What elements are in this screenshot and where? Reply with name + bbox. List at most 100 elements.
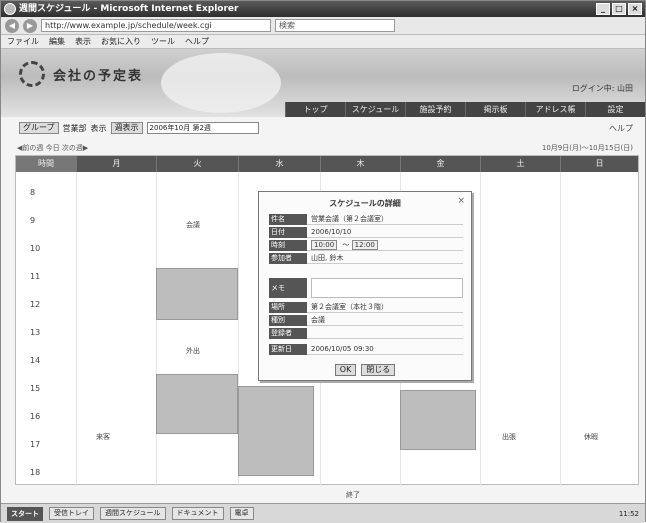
event-label: 来客: [96, 433, 110, 441]
taskbar-clock: 11:52: [618, 509, 639, 518]
taskbar-item[interactable]: ドキュメント: [171, 507, 224, 520]
field-label: 日付: [269, 227, 307, 238]
registrant-field[interactable]: [307, 328, 463, 339]
field-row-time: 時刻 10:00 〜 12:00: [269, 240, 463, 251]
event-label: 終了: [346, 491, 360, 499]
participants-field[interactable]: 山田, 鈴木: [307, 253, 463, 264]
browser-window: 週間スケジュール - Microsoft Internet Explorer _…: [0, 0, 646, 523]
week-view-button[interactable]: 週表示: [110, 122, 143, 134]
help-link[interactable]: ヘルプ: [609, 123, 633, 134]
nav-facility[interactable]: 施設予約: [405, 102, 465, 117]
nav-address[interactable]: アドレス帳: [525, 102, 585, 117]
hour-label: 13: [30, 328, 41, 337]
field-label: メモ: [269, 278, 307, 298]
minimize-button[interactable]: _: [596, 3, 610, 15]
subject-field[interactable]: 営業会議（第２会議室）: [307, 214, 463, 225]
menu-edit[interactable]: 編集: [49, 35, 65, 48]
taskbar-item[interactable]: 受信トレイ: [49, 507, 94, 520]
schedule-detail-dialog: スケジュールの詳細 × 件名 営業会議（第２会議室） 日付 2006/10/10…: [258, 191, 472, 381]
event-block[interactable]: [156, 268, 238, 320]
column-header-sun[interactable]: 日: [560, 156, 638, 172]
column-header-fri[interactable]: 金: [400, 156, 480, 172]
top-navigation: トップ スケジュール 施設予約 掲示板 アドレス帳 設定: [285, 102, 645, 117]
filter-bar: グループ 営業部 表示 週表示 2006年10月 第2週 ヘルプ: [1, 119, 645, 137]
field-row-place: 場所 第２会議室（本社３階）: [269, 302, 463, 313]
hour-label: 12: [30, 300, 41, 309]
field-row-subject: 件名 営業会議（第２会議室）: [269, 214, 463, 225]
memo-textarea[interactable]: [311, 278, 463, 298]
menu-tools[interactable]: ツール: [151, 35, 175, 48]
back-button[interactable]: ◀: [5, 18, 19, 33]
menu-help[interactable]: ヘルプ: [185, 35, 209, 48]
hour-label: 16: [30, 412, 41, 421]
place-field[interactable]: 第２会議室（本社３階）: [307, 302, 463, 313]
column-header-wed[interactable]: 水: [238, 156, 320, 172]
menu-file[interactable]: ファイル: [7, 35, 39, 48]
hour-column: 8 9 10 11 12 13 14 15 16 17 18: [16, 172, 76, 486]
time-range: 10:00 〜 12:00: [307, 240, 463, 251]
column-header-sat[interactable]: 土: [480, 156, 560, 172]
dialog-title: スケジュールの詳細: [329, 199, 401, 208]
search-input[interactable]: 検索: [275, 19, 395, 32]
field-label: 場所: [269, 302, 307, 313]
field-row-registrant: 登録者: [269, 328, 463, 339]
site-name: 会社の予定表: [53, 69, 144, 84]
updated-field: 2006/10/05 09:30: [307, 344, 463, 355]
menu-bar: ファイル 編集 表示 お気に入り ツール ヘルプ: [1, 35, 645, 49]
browser-icon: [4, 3, 16, 15]
cloud-decoration: [161, 53, 281, 113]
group-button[interactable]: グループ: [19, 122, 59, 134]
hour-label: 9: [30, 216, 36, 225]
menu-favorites[interactable]: お気に入り: [101, 35, 141, 48]
logo-icon: [19, 61, 45, 87]
column-header-mon[interactable]: 月: [76, 156, 156, 172]
event-label: 外出: [186, 347, 200, 355]
event-label: 出張: [502, 433, 516, 441]
column-header-tue[interactable]: 火: [156, 156, 238, 172]
nav-top[interactable]: トップ: [285, 102, 345, 117]
dialog-buttons: OK 閉じる: [259, 364, 471, 376]
cancel-button[interactable]: 閉じる: [361, 364, 396, 376]
event-label: 休暇: [584, 433, 598, 441]
taskbar: スタート 受信トレイ 週間スケジュール ドキュメント 電卓 11:52: [1, 503, 645, 523]
close-button[interactable]: ×: [628, 3, 642, 15]
week-nav-links[interactable]: ◀前の週 今日 次の週▶: [17, 144, 88, 152]
url-field[interactable]: http://www.example.jp/schedule/week.cgi: [41, 19, 271, 32]
event-label: 会議: [186, 221, 200, 229]
field-label: 件名: [269, 214, 307, 225]
window-title: 週間スケジュール - Microsoft Internet Explorer: [19, 4, 239, 14]
field-row-updated: 更新日 2006/10/05 09:30: [269, 344, 463, 355]
week-navigation: ◀前の週 今日 次の週▶ 10月9日(月)〜10月15日(日): [1, 143, 645, 155]
event-block[interactable]: [238, 386, 314, 476]
ok-button[interactable]: OK: [334, 364, 357, 376]
event-block[interactable]: [400, 390, 476, 450]
date-field[interactable]: 2006/10/10: [307, 227, 463, 238]
hour-label: 17: [30, 440, 41, 449]
hour-label: 14: [30, 356, 41, 365]
date-range: 10月9日(月)〜10月15日(日): [541, 144, 633, 152]
time-separator: 〜: [342, 241, 350, 249]
taskbar-item[interactable]: 週間スケジュール: [100, 507, 166, 520]
column-header-thu[interactable]: 木: [320, 156, 400, 172]
maximize-button[interactable]: □: [612, 3, 626, 15]
dialog-close-icon[interactable]: ×: [457, 196, 465, 206]
field-label: 時刻: [269, 240, 307, 251]
event-block[interactable]: [156, 374, 238, 434]
nav-settings[interactable]: 設定: [585, 102, 645, 117]
start-time-select[interactable]: 10:00: [311, 240, 338, 250]
nav-schedule[interactable]: スケジュール: [345, 102, 405, 117]
taskbar-item[interactable]: 電卓: [229, 507, 254, 520]
group-label: 営業部: [62, 123, 87, 133]
end-time-select[interactable]: 12:00: [351, 240, 378, 250]
forward-button[interactable]: ▶: [23, 18, 37, 33]
grid-header: 時間 月 火 水 木 金 土 日: [16, 156, 638, 172]
field-label: 登録者: [269, 328, 307, 339]
week-select[interactable]: 2006年10月 第2週: [146, 122, 259, 134]
nav-board[interactable]: 掲示板: [465, 102, 525, 117]
column-header-time: 時間: [16, 156, 76, 172]
menu-view[interactable]: 表示: [75, 35, 91, 48]
field-row-date: 日付 2006/10/10: [269, 227, 463, 238]
field-row-memo: メモ: [269, 278, 463, 298]
type-field[interactable]: 会議: [307, 315, 463, 326]
start-button[interactable]: スタート: [7, 506, 43, 521]
